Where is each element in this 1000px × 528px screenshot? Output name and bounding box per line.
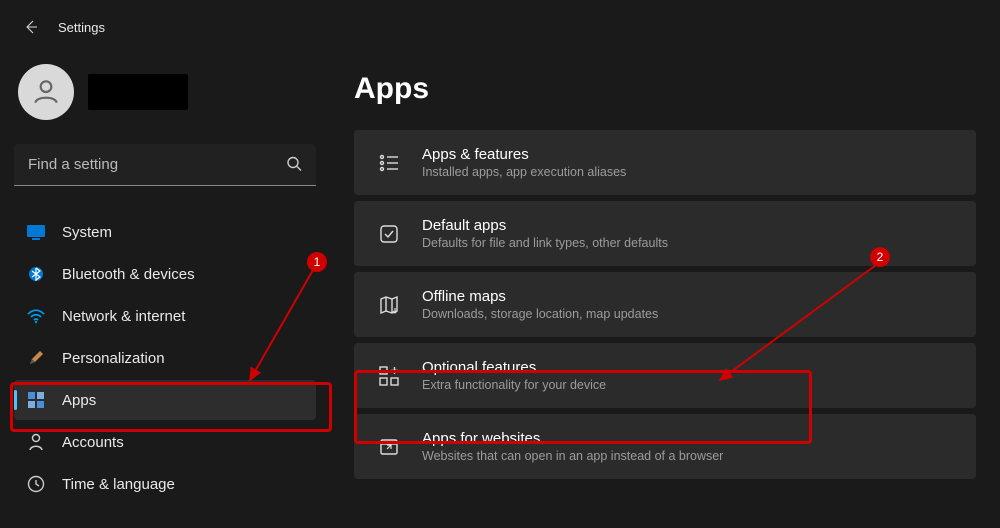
- bluetooth-icon: [26, 264, 46, 284]
- card-optional-features[interactable]: Optional features Extra functionality fo…: [354, 343, 976, 408]
- card-title: Default apps: [422, 217, 668, 234]
- card-subtitle: Defaults for file and link types, other …: [422, 236, 668, 250]
- search-icon: [286, 156, 302, 175]
- card-title: Offline maps: [422, 288, 658, 305]
- card-subtitle: Extra functionality for your device: [422, 378, 606, 392]
- card-title: Optional features: [422, 359, 606, 376]
- profile[interactable]: [14, 58, 316, 136]
- sidebar-item-time[interactable]: Time & language: [14, 464, 316, 504]
- clock-icon: [26, 474, 46, 494]
- sidebar-item-label: Personalization: [62, 350, 165, 367]
- list-icon: [376, 150, 402, 176]
- shield-check-icon: [376, 221, 402, 247]
- sidebar-item-label: Accounts: [62, 434, 124, 451]
- sidebar-nav: System Bluetooth & devices Network & int…: [14, 212, 316, 504]
- search-box[interactable]: [14, 144, 316, 186]
- card-subtitle: Installed apps, app execution aliases: [422, 165, 626, 179]
- card-title: Apps & features: [422, 146, 626, 163]
- search-input[interactable]: [14, 144, 316, 186]
- sidebar-item-label: System: [62, 224, 112, 241]
- sidebar-item-bluetooth[interactable]: Bluetooth & devices: [14, 254, 316, 294]
- map-download-icon: [376, 292, 402, 318]
- card-subtitle: Downloads, storage location, map updates: [422, 307, 658, 321]
- back-icon[interactable]: [22, 18, 40, 36]
- card-default-apps[interactable]: Default apps Defaults for file and link …: [354, 201, 976, 266]
- sidebar-item-label: Bluetooth & devices: [62, 266, 195, 283]
- card-apps-websites[interactable]: Apps for websites Websites that can open…: [354, 414, 976, 479]
- sidebar-item-label: Time & language: [62, 476, 175, 493]
- sidebar-item-personalization[interactable]: Personalization: [14, 338, 316, 378]
- sidebar-item-system[interactable]: System: [14, 212, 316, 252]
- page-title: Apps: [354, 72, 976, 106]
- main-content: Apps Apps & features Installed apps, app…: [330, 46, 1000, 526]
- sidebar-item-apps[interactable]: Apps: [14, 380, 316, 420]
- grid-plus-icon: [376, 363, 402, 389]
- settings-card-list: Apps & features Installed apps, app exec…: [354, 130, 976, 479]
- window-title: Settings: [58, 20, 105, 35]
- card-subtitle: Websites that can open in an app instead…: [422, 449, 723, 463]
- wifi-icon: [26, 306, 46, 326]
- profile-name: [88, 74, 188, 110]
- brush-icon: [26, 348, 46, 368]
- sidebar-item-label: Network & internet: [62, 308, 185, 325]
- sidebar-item-label: Apps: [62, 392, 96, 409]
- sidebar: System Bluetooth & devices Network & int…: [0, 46, 330, 526]
- avatar: [18, 64, 74, 120]
- person-icon: [26, 432, 46, 452]
- card-offline-maps[interactable]: Offline maps Downloads, storage location…: [354, 272, 976, 337]
- sidebar-item-accounts[interactable]: Accounts: [14, 422, 316, 462]
- card-title: Apps for websites: [422, 430, 723, 447]
- apps-icon: [26, 390, 46, 410]
- window-link-icon: [376, 434, 402, 460]
- monitor-icon: [26, 222, 46, 242]
- card-apps-features[interactable]: Apps & features Installed apps, app exec…: [354, 130, 976, 195]
- sidebar-item-network[interactable]: Network & internet: [14, 296, 316, 336]
